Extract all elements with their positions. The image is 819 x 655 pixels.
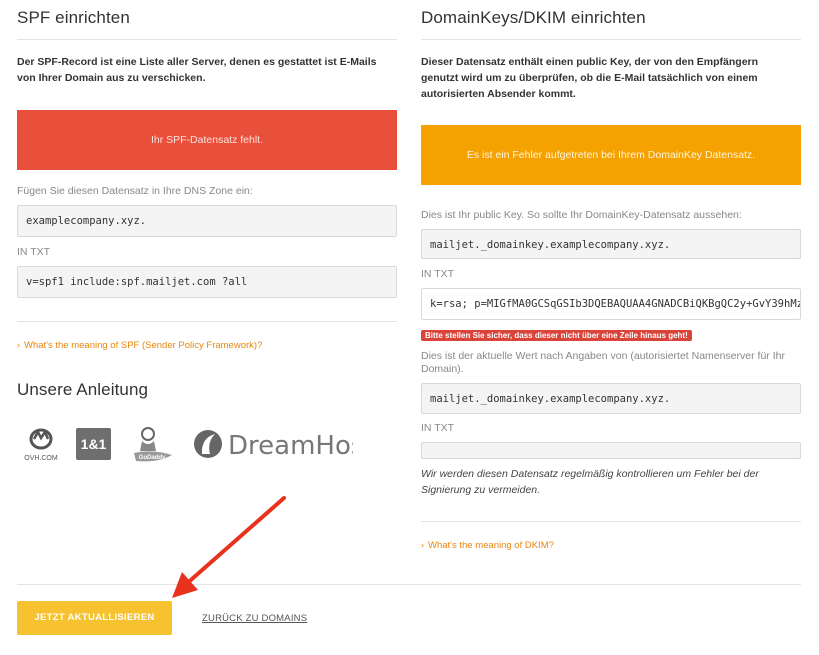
guide-title: Unsere Anleitung [17,380,149,399]
dkim-current-txt-label: IN TXT [421,422,455,434]
chevron-right-icon: › [17,340,20,350]
dkim-help-divider [421,521,801,522]
dkim-help-link-text: What's the meaning of DKIM? [428,540,554,551]
godaddy-logo[interactable]: GoDaddy [128,425,176,465]
spf-description: Der SPF-Record ist eine Liste aller Serv… [17,56,377,84]
footer-divider [17,584,801,585]
ovh-logo[interactable]: OVH.COM [22,427,60,463]
spf-missing-alert: Ihr SPF-Datensatz fehlt. [17,110,397,170]
annotation-arrow-icon [172,496,286,598]
spf-title: SPF einrichten [17,8,130,27]
spf-help-link[interactable]: › What's the meaning of SPF (Sender Polic… [17,340,262,351]
dkim-current-txt-field[interactable] [421,442,801,459]
spf-help-divider [17,321,397,322]
dkim-monitor-note: Wir werden diesen Datensatz regelmäßig k… [421,468,759,496]
spf-alert-text: Ihr SPF-Datensatz fehlt. [150,134,264,146]
spf-txt-field[interactable]: v=spf1 include:spf.mailjet.com ?all [17,266,397,298]
godaddy-logo-icon: GoDaddy [134,427,172,462]
dkim-warning-badge: Bitte stellen Sie sicher, dass dieser ni… [421,330,692,341]
spf-add-label: Fügen Sie diesen Datensatz in Ihre DNS Z… [17,185,253,197]
ovh-logo-icon: OVH.COM [24,428,58,462]
dkim-current-host-field[interactable]: mailjet._domainkey.examplecompany.xyz. [421,383,801,414]
dkim-host-field[interactable]: mailjet._domainkey.examplecompany.xyz. [421,229,801,259]
dkim-txt-label: IN TXT [421,268,455,280]
dreamhost-logo-icon: DreamHost [194,430,375,461]
update-now-button[interactable]: JETZT AKTUALLISIEREN [17,601,172,635]
dkim-help-link[interactable]: › What's the meaning of DKIM? [421,540,554,551]
dkim-alert-text: Es ist ein Fehler aufgetreten bei Ihrem … [466,149,756,161]
dkim-description: Dieser Datensatz enthält einen public Ke… [421,56,759,100]
dkim-title: DomainKeys/DKIM einrichten [421,8,646,27]
spf-host-field[interactable]: examplecompany.xyz. [17,205,397,237]
ovh-logo-text: OVH.COM [24,455,58,462]
dkim-current-label: Dies ist der aktuelle Wert nach Angaben … [421,350,785,375]
oneandone-logo-text: 1&1 [80,436,107,452]
dreamhost-logo[interactable]: DreamHost [193,428,375,461]
back-to-domains-link[interactable]: ZURÜCK ZU DOMAINS [202,613,307,624]
chevron-right-icon: › [421,540,424,550]
godaddy-logo-text: GoDaddy [139,455,166,461]
spf-divider [17,39,397,40]
dreamhost-logo-text: DreamHost [228,431,353,460]
oneandone-logo[interactable]: 1&1 [76,428,111,460]
spf-help-link-text: What's the meaning of SPF (Sender Policy… [24,340,263,351]
dkim-key-label: Dies ist Ihr public Key. So sollte Ihr D… [421,209,742,221]
dkim-error-alert: Es ist ein Fehler aufgetreten bei Ihrem … [421,125,801,185]
dkim-divider [421,39,801,40]
dkim-txt-field[interactable]: k=rsa; p=MIGfMA0GCSqGSIb3DQEBAQUAA4GNADC… [421,288,801,320]
spf-txt-label: IN TXT [17,246,51,258]
